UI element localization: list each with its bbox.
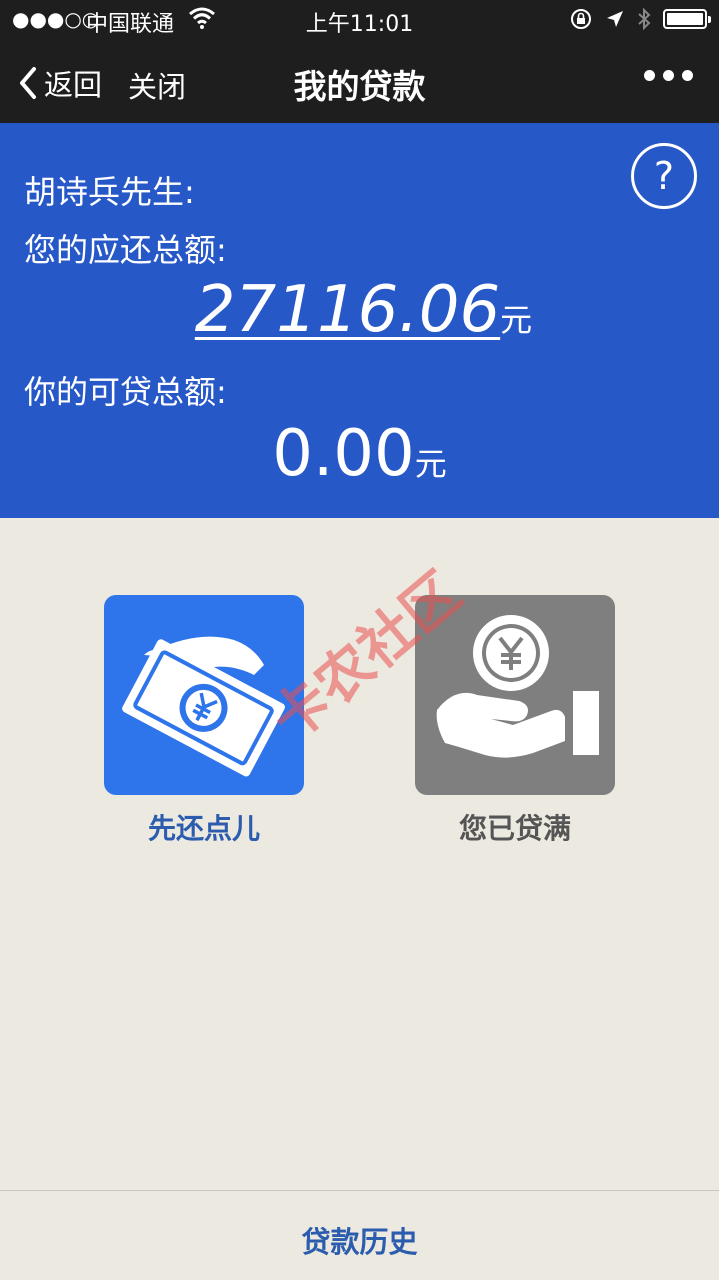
page-title: 我的贷款 [293, 67, 426, 106]
nav-bar: 返回 关闭 我的贷款 [0, 40, 719, 123]
repay-some-button[interactable]: 先还点儿 [104, 595, 304, 847]
bluetooth-icon [638, 7, 651, 31]
due-total-label: 您的应还总额: [24, 231, 227, 269]
due-total-amount[interactable]: 27116.06 [195, 273, 500, 347]
status-icons [569, 6, 711, 32]
top-bar: ●●●○○ 中国联通 上午11:01 返回 关闭 我的贷款 [0, 0, 719, 123]
help-button[interactable]: ? [631, 143, 697, 209]
loan-full-tile [415, 595, 615, 795]
available-total-amount: 0.00 [272, 417, 415, 491]
repay-cash-icon [122, 636, 285, 777]
more-menu-button[interactable] [644, 70, 693, 81]
loan-summary-panel: ? 胡诗兵先生: 您的应还总额: 27116.06元 你的可贷总额: 0.00元 [0, 123, 719, 518]
customer-greeting: 胡诗兵先生: [24, 173, 195, 211]
loan-full-label: 您已贷满 [458, 812, 571, 845]
dot-icon [663, 70, 674, 81]
location-arrow-icon [607, 11, 623, 27]
battery-icon [663, 9, 711, 29]
status-bar: ●●●○○ 中国联通 上午11:01 [0, 0, 719, 40]
loan-history-link[interactable]: 贷款历史 [301, 1219, 417, 1261]
available-total-label: 你的可贷总额: [24, 373, 227, 411]
available-total-unit: 元 [414, 445, 447, 483]
bottom-bar: 贷款历史 [0, 1190, 719, 1280]
repay-tile [104, 595, 304, 795]
hand-coin-icon [436, 615, 599, 758]
loan-full-button[interactable]: 您已贷满 [415, 595, 615, 847]
repay-some-label: 先还点儿 [147, 812, 260, 845]
rotation-lock-icon [571, 9, 591, 29]
available-total-row: 0.00元 [0, 417, 719, 491]
dot-icon [682, 70, 693, 81]
dot-icon [644, 70, 655, 81]
due-total-unit: 元 [500, 301, 533, 339]
due-total-row: 27116.06元 [0, 273, 719, 347]
